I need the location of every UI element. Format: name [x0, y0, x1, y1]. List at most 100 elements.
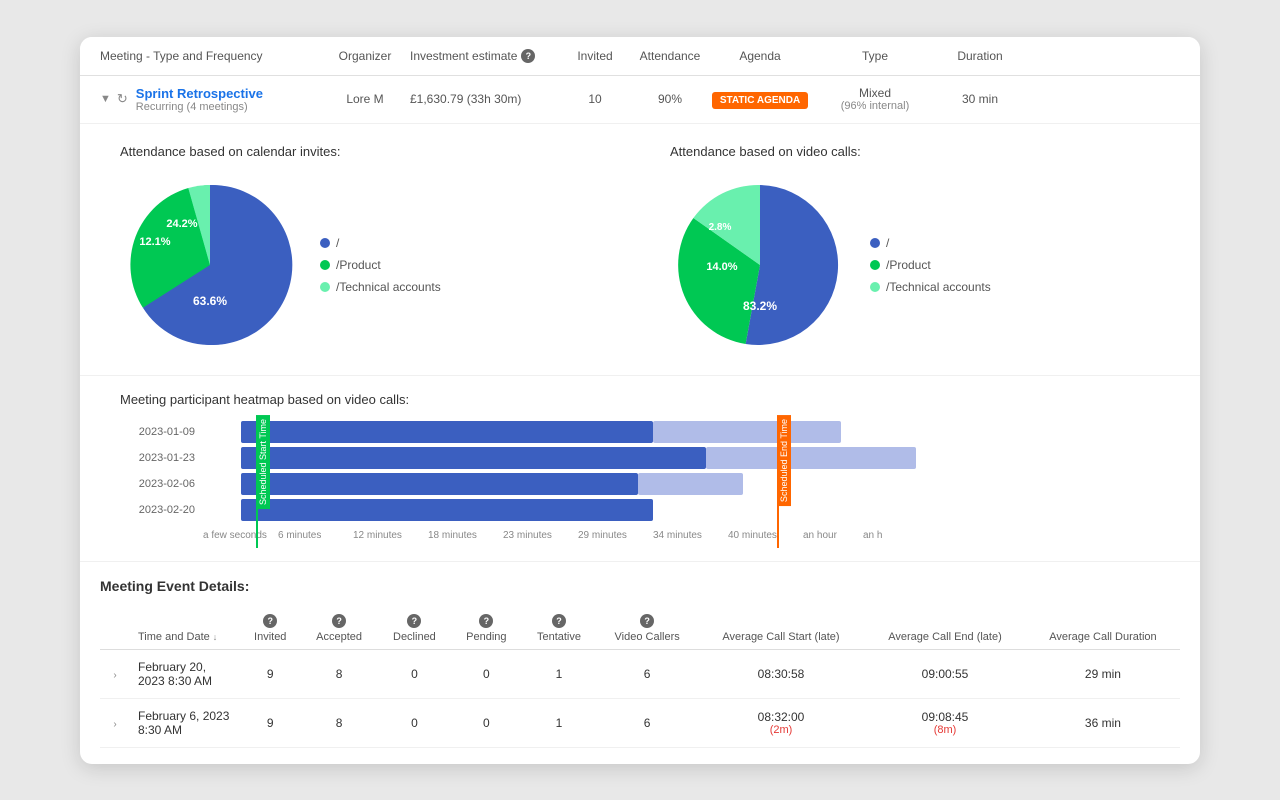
meeting-name[interactable]: Sprint Retrospective [136, 86, 263, 101]
legend-item: /Product [320, 258, 441, 272]
invited-cell: 9 [240, 698, 300, 747]
heatmap-xaxis: a few seconds 6 minutes 12 minutes 18 mi… [203, 530, 1160, 541]
col-header-meeting: Meeting - Type and Frequency [100, 49, 320, 63]
heatmap-section: Meeting participant heatmap based on vid… [80, 376, 1200, 562]
video-legend: / /Product /Technical accounts [870, 236, 991, 294]
heatmap-title: Meeting participant heatmap based on vid… [120, 392, 1160, 407]
avg-end-cell: 09:00:55 [864, 649, 1026, 698]
col-header-type: Type [810, 49, 940, 63]
legend-dot [870, 260, 880, 270]
pending-cell: 0 [451, 649, 521, 698]
organizer-cell: Lore M [320, 92, 410, 106]
invited-info-icon[interactable]: ? [263, 614, 277, 628]
meeting-sub: Recurring (4 meetings) [136, 101, 263, 113]
pending-cell: 0 [451, 698, 521, 747]
th-video-callers: ? Video Callers [596, 608, 697, 650]
legend-item: /Product [870, 258, 991, 272]
avg-start-cell: 08:30:58 [698, 649, 864, 698]
event-details-section: Meeting Event Details: Time and Date ↓ ? [80, 562, 1200, 764]
video-callers-cell: 6 [596, 649, 697, 698]
legend-dot [320, 260, 330, 270]
col-header-duration: Duration [940, 49, 1020, 63]
late-indicator: (2m) [706, 724, 856, 736]
date-cell: February 6, 2023 8:30 AM [130, 698, 240, 747]
event-details-title: Meeting Event Details: [100, 578, 1180, 594]
svg-text:83.2%: 83.2% [743, 299, 777, 313]
legend-item: /Technical accounts [870, 280, 991, 294]
declined-cell: 0 [378, 698, 451, 747]
avg-duration-cell: 36 min [1026, 698, 1180, 747]
table-row: › February 20, 2023 8:30 AM 9 8 0 0 1 6 … [100, 649, 1180, 698]
expand-icon[interactable]: ▼ [100, 93, 111, 105]
tentative-cell: 1 [522, 698, 597, 747]
tentative-cell: 1 [522, 649, 597, 698]
col-header-investment: Investment estimate ? [410, 49, 560, 63]
duration-cell: 30 min [940, 92, 1020, 106]
th-invited: ? Invited [240, 608, 300, 650]
table-header: Meeting - Type and Frequency Organizer I… [80, 37, 1200, 76]
date-cell: February 20, 2023 8:30 AM [130, 649, 240, 698]
legend-dot [320, 238, 330, 248]
col-header-attendance: Attendance [630, 49, 710, 63]
legend-item: / [320, 236, 441, 250]
th-declined: ? Declined [378, 608, 451, 650]
avg-start-cell: 08:32:00 (2m) [698, 698, 864, 747]
video-callers-cell: 6 [596, 698, 697, 747]
accepted-info-icon[interactable]: ? [332, 614, 346, 628]
col-header-invited: Invited [560, 49, 630, 63]
investment-cell: £1,630.79 (33h 30m) [410, 92, 560, 106]
th-avg-end: Average Call End (late) [864, 608, 1026, 650]
accepted-cell: 8 [300, 698, 377, 747]
main-card: Meeting - Type and Frequency Organizer I… [80, 37, 1200, 764]
sort-icon[interactable]: ↓ [213, 632, 218, 642]
type-cell: Mixed (96% internal) [810, 86, 940, 112]
video-chart: Attendance based on video calls: 83.2% 1… [670, 144, 1160, 355]
calendar-chart-title: Attendance based on calendar invites: [120, 144, 610, 159]
legend-dot [870, 282, 880, 292]
svg-text:14.0%: 14.0% [706, 261, 737, 273]
svg-text:12.1%: 12.1% [139, 236, 170, 248]
declined-info-icon[interactable]: ? [407, 614, 421, 628]
pending-info-icon[interactable]: ? [479, 614, 493, 628]
invited-cell: 9 [240, 649, 300, 698]
legend-dot [320, 282, 330, 292]
avg-duration-cell: 29 min [1026, 649, 1180, 698]
declined-cell: 0 [378, 649, 451, 698]
row-expand-icon[interactable]: › [113, 670, 116, 681]
calendar-pie: 63.6% 12.1% 24.2% [120, 175, 300, 355]
agenda-badge: STATIC AGENDA [712, 92, 808, 109]
attendance-cell: 90% [630, 92, 710, 106]
th-date: Time and Date ↓ [130, 608, 240, 650]
table-row: › February 6, 2023 8:30 AM 9 8 0 0 1 6 0… [100, 698, 1180, 747]
svg-text:2.8%: 2.8% [709, 222, 732, 233]
th-pending: ? Pending [451, 608, 521, 650]
svg-text:24.2%: 24.2% [166, 218, 197, 230]
invited-cell: 10 [560, 92, 630, 106]
accepted-cell: 8 [300, 649, 377, 698]
svg-text:63.6%: 63.6% [193, 294, 227, 308]
calendar-chart: Attendance based on calendar invites: [120, 144, 610, 355]
refresh-icon[interactable]: ↻ [117, 91, 128, 107]
th-avg-duration: Average Call Duration [1026, 608, 1180, 650]
th-accepted: ? Accepted [300, 608, 377, 650]
avg-end-cell: 09:08:45 (8m) [864, 698, 1026, 747]
col-header-agenda: Agenda [710, 49, 810, 63]
legend-item: /Technical accounts [320, 280, 441, 294]
tentative-info-icon[interactable]: ? [552, 614, 566, 628]
video-pie: 83.2% 14.0% 2.8% [670, 175, 850, 355]
video-callers-info-icon[interactable]: ? [640, 614, 654, 628]
col-header-organizer: Organizer [320, 49, 410, 63]
legend-item: / [870, 236, 991, 250]
event-table: Time and Date ↓ ? Invited ? Accept [100, 608, 1180, 748]
row-expand-icon[interactable]: › [113, 719, 116, 730]
th-tentative: ? Tentative [522, 608, 597, 650]
agenda-cell: STATIC AGENDA [710, 92, 810, 106]
th-avg-start: Average Call Start (late) [698, 608, 864, 650]
meeting-cell: ▼ ↻ Sprint Retrospective Recurring (4 me… [100, 86, 320, 113]
meeting-row: ▼ ↻ Sprint Retrospective Recurring (4 me… [80, 76, 1200, 124]
video-chart-title: Attendance based on video calls: [670, 144, 1160, 159]
investment-info-icon[interactable]: ? [521, 49, 535, 63]
legend-dot [870, 238, 880, 248]
calendar-legend: / /Product /Technical accounts [320, 236, 441, 294]
late-indicator: (8m) [872, 724, 1018, 736]
